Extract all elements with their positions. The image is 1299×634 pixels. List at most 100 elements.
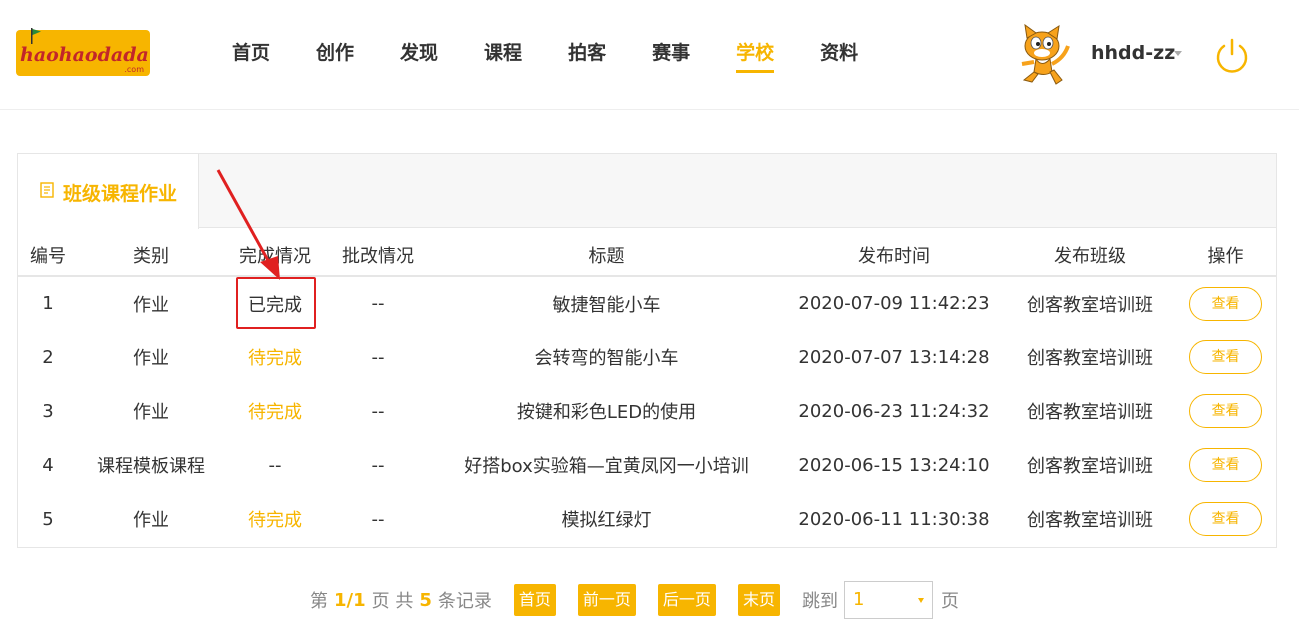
status-text: 待完成 [248, 402, 302, 423]
cell-time: 2020-06-11 11:30:38 [798, 508, 990, 530]
tab-bar: 班级课程作业 [18, 154, 1276, 229]
document-icon [40, 182, 54, 198]
cell-time: 2020-07-09 11:42:23 [798, 293, 990, 314]
nav-item-school[interactable]: 学校 [736, 38, 775, 74]
power-icon[interactable] [1212, 36, 1252, 76]
pager-prefix: 第 [310, 591, 328, 612]
main-nav: 首页 创作 发现 课程 拍客 赛事 学校 资料 [232, 38, 904, 74]
avatar[interactable] [1012, 22, 1078, 86]
cell-title: 按键和彩色LED的使用 [516, 402, 697, 423]
cell-class: 创客教室培训班 [1027, 456, 1153, 477]
pager-total: 5 [419, 589, 432, 611]
tab-class-homework[interactable]: 班级课程作业 [18, 154, 199, 229]
page-select[interactable]: 1 [843, 581, 933, 619]
username[interactable]: hhdd-zz [1091, 42, 1175, 64]
header-review: 批改情况 [326, 234, 430, 277]
cell-title: 模拟红绿灯 [561, 510, 652, 531]
header-class: 发布班级 [1005, 234, 1175, 277]
cell-status: -- [224, 438, 326, 492]
cell-time: 2020-07-07 13:14:28 [798, 346, 990, 368]
homework-table: 编号 类别 完成情况 批改情况 标题 发布时间 发布班级 操作 1 作业 已完成… [18, 234, 1276, 546]
nav-item-resources[interactable]: 资料 [820, 38, 858, 74]
cell-action: 查看 [1175, 330, 1276, 384]
cell-review: -- [371, 346, 385, 368]
cell-title: 好搭box实验箱—宜黄凤冈一小培训 [464, 456, 749, 477]
cell-class: 创客教室培训班 [1027, 510, 1153, 531]
cell-time: 2020-06-15 13:24:10 [798, 454, 990, 476]
cell-review: -- [371, 400, 385, 422]
status-text: 已完成 [248, 294, 302, 316]
cell-no: 4 [42, 454, 54, 476]
next-page-button[interactable]: 后一页 [657, 584, 716, 616]
cell-type: 课程模板课程 [97, 456, 205, 477]
table-row: 1 作业 已完成 -- 敏捷智能小车 2020-07-09 11:42:23 创… [18, 276, 1276, 330]
logo-text: haohaodada [20, 44, 149, 66]
chevron-down-icon [917, 598, 924, 603]
view-button[interactable]: 查看 [1189, 394, 1262, 428]
cell-status: 已完成 [224, 276, 326, 330]
table-row: 3 作业 待完成 -- 按键和彩色LED的使用 2020-06-23 11:24… [18, 384, 1276, 438]
jump-label: 跳到 [801, 591, 838, 612]
last-page-button[interactable]: 末页 [737, 584, 780, 616]
chevron-down-icon[interactable] [1174, 51, 1182, 56]
cell-no: 1 [42, 293, 54, 314]
page-select-value: 1 [852, 589, 865, 610]
flag-icon [31, 28, 41, 44]
cell-type: 作业 [133, 402, 169, 423]
nav-item-courses[interactable]: 课程 [484, 38, 522, 74]
nav-item-create[interactable]: 创作 [316, 38, 354, 74]
cell-review: -- [371, 508, 385, 530]
cell-class: 创客教室培训班 [1027, 402, 1153, 423]
nav-item-paike[interactable]: 拍客 [568, 38, 606, 74]
cell-type: 作业 [133, 348, 169, 369]
cell-type: 作业 [133, 294, 169, 316]
header-status: 完成情况 [224, 234, 326, 277]
cell-title: 敏捷智能小车 [552, 294, 661, 316]
cell-title: 会转弯的智能小车 [534, 348, 679, 369]
header-action: 操作 [1175, 234, 1276, 277]
cell-class: 创客教室培训班 [1027, 348, 1153, 369]
nav-item-contests[interactable]: 赛事 [652, 38, 690, 74]
view-button[interactable]: 查看 [1189, 286, 1262, 321]
table-row: 2 作业 待完成 -- 会转弯的智能小车 2020-07-07 13:14:28… [18, 330, 1276, 384]
pager-total-unit: 条记录 [437, 591, 492, 612]
cell-status: 待完成 [224, 384, 326, 438]
status-text: 待完成 [248, 510, 302, 531]
header-type: 类别 [78, 234, 224, 277]
nav-item-home[interactable]: 首页 [232, 38, 270, 74]
top-header: haohaodada .com 首页 创作 发现 课程 拍客 赛事 学校 资料 … [0, 0, 1299, 110]
cell-action: 查看 [1175, 492, 1276, 546]
table-row: 4 课程模板课程 -- -- 好搭box实验箱—宜黄凤冈一小培训 2020-06… [18, 438, 1276, 492]
first-page-button[interactable]: 首页 [513, 584, 556, 616]
view-button[interactable]: 查看 [1189, 502, 1262, 536]
cell-action: 查看 [1175, 276, 1276, 330]
pager-current-page: 1/1 [334, 589, 366, 611]
homework-panel: 班级课程作业 编号 类别 完成情况 批改情况 标题 发布时间 发布班级 操作 1… [17, 153, 1277, 548]
cell-class: 创客教室培训班 [1027, 294, 1153, 316]
cell-action: 查看 [1175, 438, 1276, 492]
cell-status: 待完成 [224, 330, 326, 384]
cell-no: 5 [42, 508, 54, 530]
status-text: -- [268, 454, 282, 476]
pager-page-unit: 页 共 [371, 591, 414, 612]
cell-review: -- [371, 454, 385, 476]
nav-item-discover[interactable]: 发现 [400, 38, 438, 74]
prev-page-button[interactable]: 前一页 [577, 584, 636, 616]
pagination: 第 1/1 页 共 5 条记录 首页 前一页 后一页 末页 跳到 1 页 [310, 581, 959, 619]
site-logo[interactable]: haohaodada .com [16, 28, 150, 76]
status-text: 待完成 [248, 348, 302, 369]
cell-action: 查看 [1175, 384, 1276, 438]
view-button[interactable]: 查看 [1189, 448, 1262, 482]
cell-no: 2 [42, 346, 54, 368]
logo-suffix: .com [124, 65, 144, 74]
table-row: 5 作业 待完成 -- 模拟红绿灯 2020-06-11 11:30:38 创客… [18, 492, 1276, 546]
jump-suffix: 页 [940, 591, 959, 612]
cell-type: 作业 [133, 510, 169, 531]
header-no: 编号 [18, 234, 78, 277]
table-header-row: 编号 类别 完成情况 批改情况 标题 发布时间 发布班级 操作 [18, 234, 1276, 277]
cell-review: -- [371, 293, 385, 314]
header-time: 发布时间 [783, 234, 1005, 277]
view-button[interactable]: 查看 [1189, 340, 1262, 374]
tab-label: 班级课程作业 [63, 183, 178, 205]
cell-no: 3 [42, 400, 54, 422]
